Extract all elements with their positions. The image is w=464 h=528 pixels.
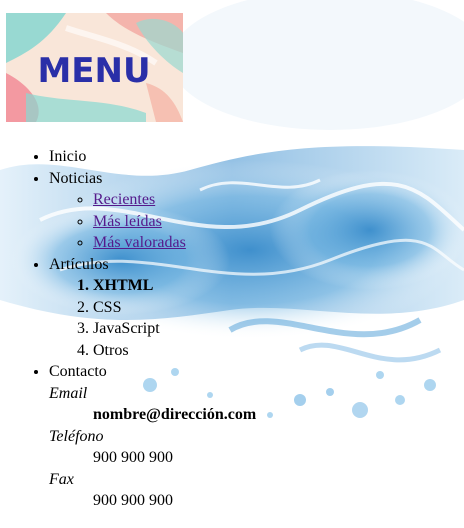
menu-item-inicio: Inicio (49, 146, 256, 168)
list-item: Recientes (93, 189, 256, 211)
menu-item-inicio-label: Inicio (49, 148, 87, 165)
telefono-label: Teléfono (49, 427, 104, 445)
articulos-submenu: XHTML CSS JavaScript Otros (49, 275, 256, 361)
menu-item-noticias: Noticias Recientes Más leídas Más valora… (49, 168, 256, 254)
contact-details: Email nombre@dirección.com Teléfono 900 … (49, 383, 256, 512)
main-menu-list: Inicio Noticias Recientes Más leídas Más… (0, 146, 256, 512)
telefono-value: 900 900 900 (93, 449, 173, 466)
fax-value: 900 900 900 (93, 492, 173, 509)
menu-banner: MENU (6, 13, 183, 122)
watercolor-banner-image: MENU (6, 13, 183, 122)
list-item-otros: Otros (93, 340, 256, 362)
menu-item-articulos-label: Artículos (49, 255, 109, 273)
list-item-javascript: JavaScript (93, 318, 256, 340)
menu-item-contacto-label: Contacto (49, 363, 107, 380)
email-label: Email (49, 384, 88, 402)
link-recientes[interactable]: Recientes (93, 191, 155, 208)
link-mas-valoradas[interactable]: Más valoradas (93, 234, 186, 251)
menu-item-contacto: Contacto Email nombre@dirección.com Telé… (49, 361, 256, 512)
list-item: Más valoradas (93, 232, 256, 254)
banner-title: MENU (37, 51, 150, 91)
list-item: Más leídas (93, 211, 256, 233)
noticias-submenu: Recientes Más leídas Más valoradas (49, 189, 256, 254)
email-value: nombre@dirección.com (93, 406, 257, 423)
fax-label: Fax (49, 470, 74, 488)
list-item-xhtml: XHTML (93, 275, 256, 297)
menu-item-articulos: Artículos XHTML CSS JavaScript Otros (49, 254, 256, 362)
list-item-css: CSS (93, 297, 256, 319)
link-mas-leidas[interactable]: Más leídas (93, 213, 162, 230)
menu-item-noticias-label: Noticias (49, 169, 103, 187)
